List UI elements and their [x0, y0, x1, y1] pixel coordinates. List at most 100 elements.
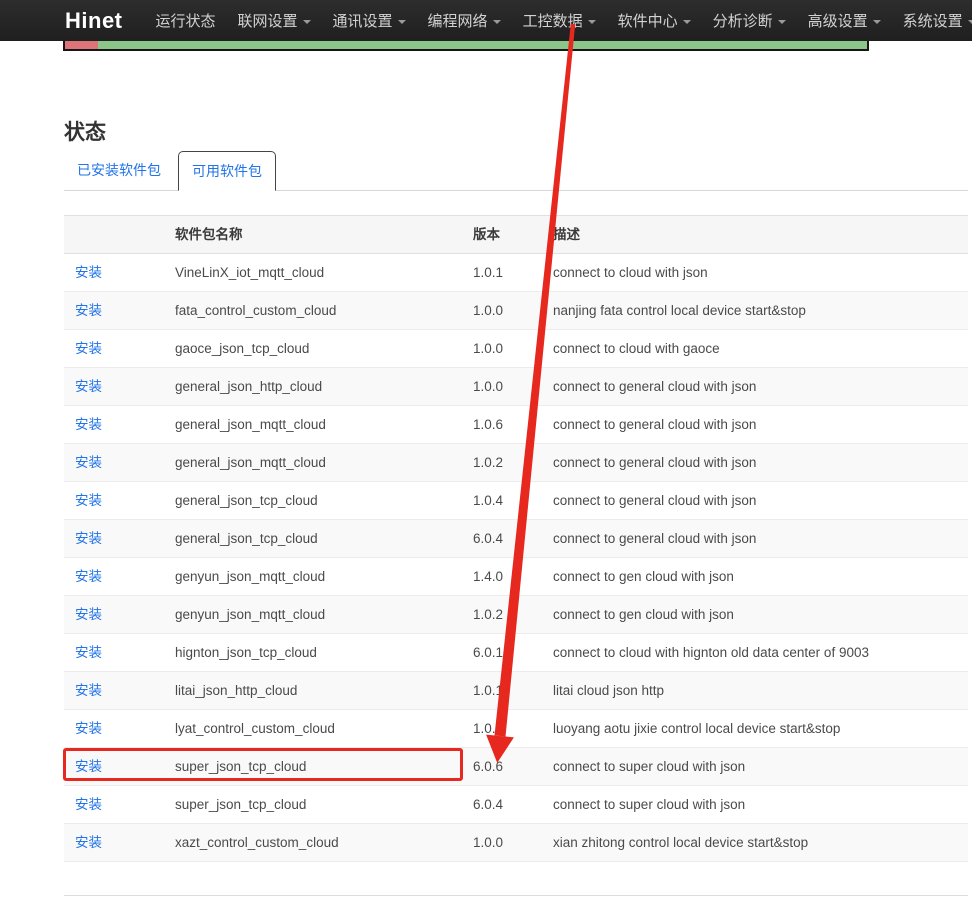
- progress-green-segment: [98, 41, 867, 49]
- navbar-item[interactable]: 编程网络: [417, 10, 512, 31]
- table-row: 安装 general_json_http_cloud 1.0.0 connect…: [64, 368, 968, 406]
- navbar-item-label: 编程网络: [428, 10, 488, 31]
- package-description: connect to general cloud with json: [545, 368, 968, 406]
- package-description: connect to cloud with json: [545, 254, 968, 292]
- package-description: connect to gen cloud with json: [545, 596, 968, 634]
- package-name: xazt_control_custom_cloud: [167, 824, 465, 862]
- tab-available-packages[interactable]: 可用软件包: [178, 151, 276, 191]
- navbar-item-label: 工控数据: [523, 10, 583, 31]
- package-description: connect to super cloud with json: [545, 786, 968, 824]
- navbar-item[interactable]: 通讯设置: [322, 10, 417, 31]
- install-link[interactable]: 安装: [75, 759, 102, 774]
- package-description: connect to super cloud with json: [545, 748, 968, 786]
- install-link[interactable]: 安装: [75, 379, 102, 394]
- package-version: 6.0.4: [465, 786, 545, 824]
- package-version: 1.0.0: [465, 368, 545, 406]
- package-name: VineLinX_iot_mqtt_cloud: [167, 254, 465, 292]
- chevron-down-icon: [303, 20, 311, 24]
- page-title: 状态: [64, 117, 968, 148]
- package-version: 6.0.6: [465, 748, 545, 786]
- navbar-item-label: 运行状态: [156, 10, 216, 31]
- navbar-item-label: 高级设置: [808, 10, 868, 31]
- chevron-down-icon: [778, 20, 786, 24]
- package-description: connect to gen cloud with json: [545, 558, 968, 596]
- table-row: 安装 VineLinX_iot_mqtt_cloud 1.0.1 connect…: [64, 254, 968, 292]
- install-link[interactable]: 安装: [75, 493, 102, 508]
- navbar-item[interactable]: 软件中心: [607, 10, 702, 31]
- navbar-item[interactable]: 运行状态: [145, 10, 227, 31]
- table-row: 安装 general_json_tcp_cloud 1.0.4 connect …: [64, 482, 968, 520]
- package-description: luoyang aotu jixie control local device …: [545, 710, 968, 748]
- package-description: litai cloud json http: [545, 672, 968, 710]
- navbar-item-label: 通讯设置: [333, 10, 393, 31]
- install-link[interactable]: 安装: [75, 797, 102, 812]
- package-name: general_json_mqtt_cloud: [167, 406, 465, 444]
- navbar-item[interactable]: 联网设置: [227, 10, 322, 31]
- package-version: 1.0.1: [465, 672, 545, 710]
- install-link[interactable]: 安装: [75, 265, 102, 280]
- install-link[interactable]: 安装: [75, 607, 102, 622]
- navbar-menu: 运行状态 联网设置 通讯设置 编程网络 工控数据 软件中心 分析诊断 高级设置 …: [145, 10, 972, 31]
- install-link[interactable]: 安装: [75, 417, 102, 432]
- package-name: general_json_tcp_cloud: [167, 482, 465, 520]
- package-version: 1.0.2: [465, 444, 545, 482]
- install-link[interactable]: 安装: [75, 341, 102, 356]
- table-row: 安装 super_json_tcp_cloud 6.0.6 connect to…: [64, 748, 968, 786]
- install-link[interactable]: 安装: [75, 721, 102, 736]
- install-link[interactable]: 安装: [75, 835, 102, 850]
- package-name: genyun_json_mqtt_cloud: [167, 558, 465, 596]
- install-link[interactable]: 安装: [75, 303, 102, 318]
- brand-logo[interactable]: Hinet: [65, 8, 123, 34]
- column-header-description: 描述: [545, 216, 968, 254]
- table-header-row: 软件包名称 版本 描述: [64, 216, 968, 254]
- package-version: 1.0.0: [465, 710, 545, 748]
- navbar-item[interactable]: 工控数据: [512, 10, 607, 31]
- package-version: 1.0.0: [465, 824, 545, 862]
- package-version: 1.4.0: [465, 558, 545, 596]
- navbar-item-label: 联网设置: [238, 10, 298, 31]
- install-link[interactable]: 安装: [75, 645, 102, 660]
- package-description: nanjing fata control local device start&…: [545, 292, 968, 330]
- package-description: connect to general cloud with json: [545, 520, 968, 558]
- navbar-item-label: 系统设置: [903, 10, 963, 31]
- package-name: hignton_json_tcp_cloud: [167, 634, 465, 672]
- table-row: 安装 genyun_json_mqtt_cloud 1.4.0 connect …: [64, 558, 968, 596]
- table-row: 安装 litai_json_http_cloud 1.0.1 litai clo…: [64, 672, 968, 710]
- table-row: 安装 super_json_tcp_cloud 6.0.4 connect to…: [64, 786, 968, 824]
- install-link[interactable]: 安装: [75, 683, 102, 698]
- package-name: gaoce_json_tcp_cloud: [167, 330, 465, 368]
- package-description: xian zhitong control local device start&…: [545, 824, 968, 862]
- progress-red-segment: [65, 41, 98, 49]
- navbar-item[interactable]: 高级设置: [797, 10, 892, 31]
- install-link[interactable]: 安装: [75, 531, 102, 546]
- table-row: 安装 fata_control_custom_cloud 1.0.0 nanji…: [64, 292, 968, 330]
- chevron-down-icon: [588, 20, 596, 24]
- chevron-down-icon: [683, 20, 691, 24]
- chevron-down-icon: [873, 20, 881, 24]
- install-link[interactable]: 安装: [75, 455, 102, 470]
- package-name: lyat_control_custom_cloud: [167, 710, 465, 748]
- column-header-version: 版本: [465, 216, 545, 254]
- package-version: 1.0.1: [465, 254, 545, 292]
- package-name: genyun_json_mqtt_cloud: [167, 596, 465, 634]
- packages-table: 软件包名称 版本 描述 安装 VineLinX_iot_mqtt_cloud 1…: [64, 215, 968, 862]
- tab-bar: 已安装软件包 可用软件包: [64, 151, 968, 191]
- package-name: super_json_tcp_cloud: [167, 786, 465, 824]
- package-version: 1.0.0: [465, 292, 545, 330]
- package-description: connect to cloud with gaoce: [545, 330, 968, 368]
- package-name: fata_control_custom_cloud: [167, 292, 465, 330]
- chevron-down-icon: [398, 20, 406, 24]
- package-name: general_json_tcp_cloud: [167, 520, 465, 558]
- navbar-item[interactable]: 系统设置: [892, 10, 972, 31]
- table-row: 安装 general_json_tcp_cloud 6.0.4 connect …: [64, 520, 968, 558]
- tab-installed-packages[interactable]: 已安装软件包: [64, 151, 174, 189]
- install-link[interactable]: 安装: [75, 569, 102, 584]
- package-version: 1.0.4: [465, 482, 545, 520]
- navbar-item[interactable]: 分析诊断: [702, 10, 797, 31]
- package-version: 1.0.6: [465, 406, 545, 444]
- column-header-name: 软件包名称: [167, 216, 465, 254]
- package-version: 1.0.2: [465, 596, 545, 634]
- table-row: 安装 hignton_json_tcp_cloud 6.0.1 connect …: [64, 634, 968, 672]
- bottom-divider: [64, 895, 968, 896]
- table-row: 安装 genyun_json_mqtt_cloud 1.0.2 connect …: [64, 596, 968, 634]
